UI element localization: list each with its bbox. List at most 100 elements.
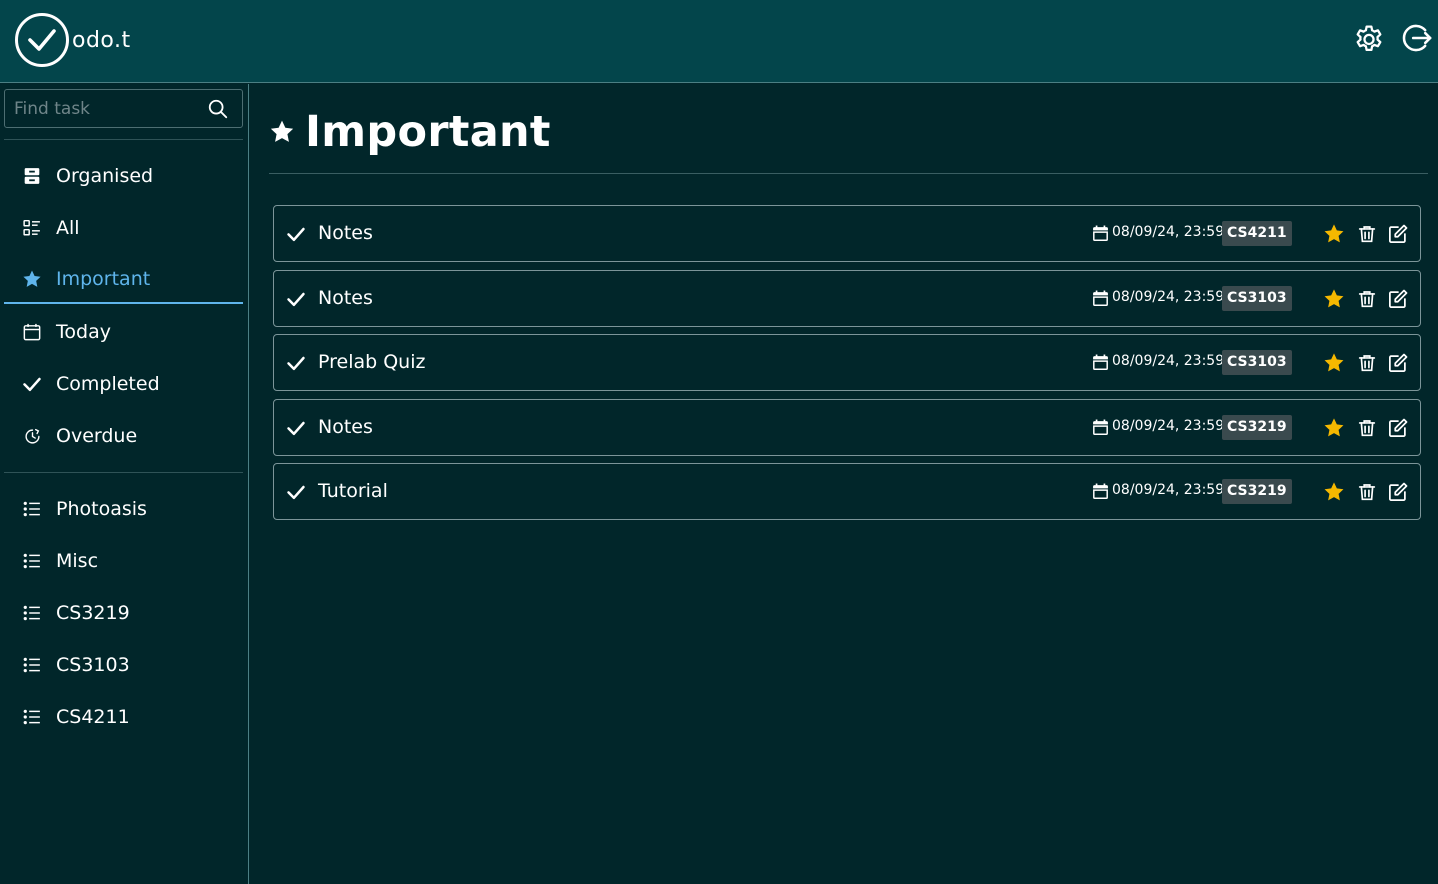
edit-button[interactable]: [1387, 288, 1409, 310]
delete-button[interactable]: [1356, 288, 1378, 310]
sidebar-item-completed[interactable]: Completed: [4, 360, 243, 408]
task-due-date: 08/09/24, 23:59: [1112, 482, 1225, 498]
task-title: Notes: [318, 287, 373, 309]
app-logo[interactable]: odo.t: [14, 12, 131, 68]
search-box: [4, 89, 243, 128]
task-title: Notes: [318, 416, 373, 438]
sidebar-item-label: Important: [56, 268, 151, 290]
settings-button[interactable]: [1351, 20, 1387, 56]
sidebar-list-label: CS4211: [56, 706, 130, 728]
star-icon: [22, 269, 42, 289]
sidebar-list-cs3219[interactable]: CS3219: [4, 589, 243, 637]
task-due-date: 08/09/24, 23:59: [1112, 418, 1225, 434]
sidebar-item-overdue[interactable]: Overdue: [4, 412, 243, 460]
sidebar-divider: [4, 472, 243, 473]
sidebar-list-label: Photoasis: [56, 498, 147, 520]
star-icon: [1324, 353, 1344, 372]
edit-button[interactable]: [1387, 352, 1409, 374]
calendar-icon: [1093, 483, 1108, 499]
task-item[interactable]: Notes 08/09/24, 23:59 CS3103: [273, 270, 1421, 327]
sidebar-item-organised[interactable]: Organised: [4, 152, 243, 200]
search-input[interactable]: [5, 90, 200, 127]
delete-button[interactable]: [1356, 481, 1378, 503]
sidebar-list-label: CS3219: [56, 602, 130, 624]
sidebar-item-today[interactable]: Today: [4, 308, 243, 356]
sidebar-item-label: Completed: [56, 373, 160, 395]
complete-check-icon[interactable]: [286, 482, 306, 502]
star-button[interactable]: [1323, 352, 1345, 374]
complete-check-icon[interactable]: [286, 418, 306, 438]
delete-button[interactable]: [1356, 352, 1378, 374]
calendar-icon: [22, 322, 42, 342]
delete-button[interactable]: [1356, 417, 1378, 439]
logout-button[interactable]: [1398, 20, 1434, 56]
trash-icon: [1358, 484, 1376, 501]
page-title: Important: [269, 107, 551, 157]
edit-button[interactable]: [1387, 417, 1409, 439]
check-icon: [22, 374, 42, 394]
logo-text: odo.t: [72, 27, 131, 53]
task-tag-badge: CS3103: [1222, 350, 1292, 375]
sidebar-item-label: Overdue: [56, 425, 138, 447]
list-icon: [22, 603, 42, 623]
sidebar-divider: [4, 139, 243, 140]
delete-button[interactable]: [1356, 223, 1378, 245]
calendar-icon: [1093, 354, 1108, 370]
star-button[interactable]: [1323, 417, 1345, 439]
sidebar-list-cs4211[interactable]: CS4211: [4, 693, 243, 741]
sidebar: Organised All Important Today Completed …: [0, 84, 249, 884]
clock-icon: [22, 426, 42, 446]
task-item[interactable]: Notes 08/09/24, 23:59 CS3219: [273, 399, 1421, 456]
edit-button[interactable]: [1387, 223, 1409, 245]
star-button[interactable]: [1323, 481, 1345, 503]
trash-icon: [1358, 291, 1376, 308]
archive-icon: [22, 166, 42, 186]
edit-icon: [1389, 418, 1408, 437]
title-divider: [269, 173, 1428, 174]
logo-check-icon: [15, 13, 69, 67]
logout-icon: [1402, 24, 1432, 52]
edit-icon: [1389, 482, 1408, 501]
trash-icon: [1358, 226, 1376, 243]
task-due-date: 08/09/24, 23:59: [1112, 224, 1225, 240]
edit-icon: [1389, 353, 1408, 372]
task-item[interactable]: Tutorial 08/09/24, 23:59 CS3219: [273, 463, 1421, 520]
sidebar-item-label: Organised: [56, 165, 154, 187]
search-button[interactable]: [205, 96, 231, 122]
sidebar-item-important[interactable]: Important: [4, 256, 243, 304]
list-grid-icon: [22, 218, 42, 238]
page-title-text: Important: [305, 107, 551, 157]
star-icon: [1324, 418, 1344, 437]
sidebar-item-all[interactable]: All: [4, 204, 243, 252]
trash-icon: [1358, 355, 1376, 372]
star-icon: [1324, 289, 1344, 308]
sidebar-list-label: Misc: [56, 550, 99, 572]
complete-check-icon[interactable]: [286, 353, 306, 373]
task-due-date: 08/09/24, 23:59: [1112, 289, 1225, 305]
sidebar-list-label: CS3103: [56, 654, 130, 676]
star-button[interactable]: [1323, 223, 1345, 245]
app-header: odo.t: [0, 0, 1438, 83]
task-tag-badge: CS3219: [1222, 479, 1292, 504]
search-icon: [208, 99, 228, 119]
star-icon: [1324, 224, 1344, 243]
calendar-icon: [1093, 290, 1108, 306]
calendar-icon: [1093, 225, 1108, 241]
task-item[interactable]: Prelab Quiz 08/09/24, 23:59 CS3103: [273, 334, 1421, 391]
task-item[interactable]: Notes 08/09/24, 23:59 CS4211: [273, 205, 1421, 262]
task-tag-badge: CS4211: [1222, 221, 1292, 246]
complete-check-icon[interactable]: [286, 224, 306, 244]
sidebar-list-cs3103[interactable]: CS3103: [4, 641, 243, 689]
sidebar-list-misc[interactable]: Misc: [4, 537, 243, 585]
edit-button[interactable]: [1387, 481, 1409, 503]
calendar-icon: [1093, 419, 1108, 435]
list-icon: [22, 707, 42, 727]
task-tag-badge: CS3219: [1222, 415, 1292, 440]
sidebar-list-photoasis[interactable]: Photoasis: [4, 485, 243, 533]
star-button[interactable]: [1323, 288, 1345, 310]
sidebar-item-label: Today: [56, 321, 111, 343]
edit-icon: [1389, 289, 1408, 308]
list-icon: [22, 551, 42, 571]
task-title: Notes: [318, 222, 373, 244]
complete-check-icon[interactable]: [286, 289, 306, 309]
